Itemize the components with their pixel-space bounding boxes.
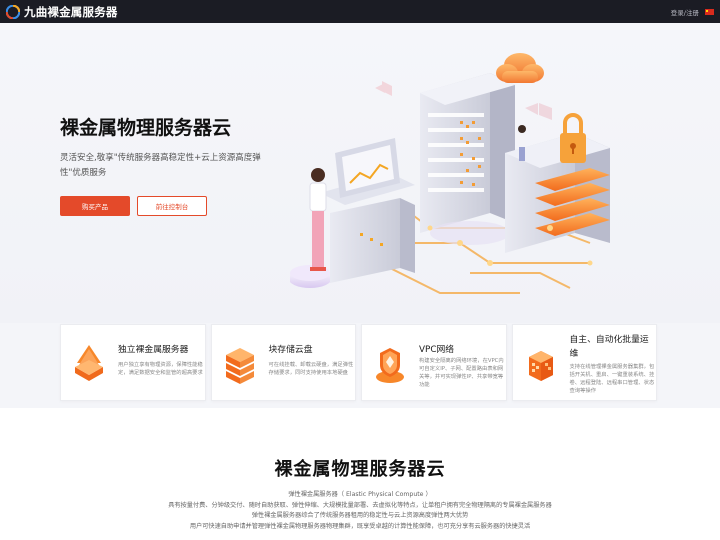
go-console-button[interactable]: 前往控制台 bbox=[137, 196, 207, 216]
nav-right: 登录/注册 bbox=[671, 7, 714, 17]
feature-description: 用户独立享有物理资源，保障性能稳定，满足数据安全和监管的超高要求 bbox=[118, 362, 203, 376]
intro-line: 具有按量付费、分钟级交付、随时自助获取、弹性伸缩、大规模批量部署、去虚拟化等特点… bbox=[168, 501, 552, 509]
intro-line: 用户可快速自助申请并管理弹性裸金属物理服务器物理集群，既享受卓越的计算性能保障，… bbox=[189, 522, 531, 530]
feature-title: 独立裸金属服务器 bbox=[118, 345, 189, 355]
hero-title: 裸金属物理服务器云 bbox=[60, 117, 232, 139]
feature-description: 构建安全隔离的网络环境，在VPC内可自定义IP、子网、配置路由表和网关等，并可实… bbox=[419, 358, 504, 388]
feature-card-bare-metal[interactable]: 独立裸金属服务器 用户独立享有物理资源，保障性能稳定，满足数据安全和监管的超高要… bbox=[60, 324, 206, 401]
hero-description: 灵活安全,敬享"传统服务器高稳定性+云上资源高度弹性"优质服务 bbox=[60, 153, 261, 178]
buy-product-button[interactable]: 购买产品 bbox=[60, 196, 130, 216]
feature-card-block-storage[interactable]: 块存储云盘 可在线挂载、卸载云硬盘，满足弹性存储要求，同时支持使用本地硬盘 bbox=[210, 324, 356, 401]
feature-card-ops[interactable]: 自主、自动化批量运维 支持在线管理裸金属服务器集群，包括开关机、重启、一键重装系… bbox=[511, 324, 657, 401]
intro-text: 弹性裸金属服务器（ Elastic Physical Compute ） 具有按… bbox=[0, 490, 720, 532]
intro-line: 弹性裸金属服务器综合了传统服务器租用的稳定性与云上资源高度弹性两大优势 bbox=[251, 512, 469, 520]
feature-title: VPC网络 bbox=[419, 345, 455, 355]
top-nav: 九曲裸金属服务器 登录/注册 bbox=[0, 0, 720, 23]
brand-name: 九曲裸金属服务器 bbox=[24, 4, 118, 19]
feature-cards: 独立裸金属服务器 用户独立享有物理资源，保障性能稳定，满足数据安全和监管的超高要… bbox=[60, 324, 657, 401]
block-storage-icon bbox=[225, 348, 254, 384]
feature-description: 可在线挂载、卸载云硬盘，满足弹性存储要求，同时支持使用本地硬盘 bbox=[268, 362, 354, 376]
login-register-link[interactable]: 登录/注册 bbox=[671, 7, 699, 17]
hero-section: 裸金属物理服务器云 灵活安全,敬享"传统服务器高稳定性+云上资源高度弹性"优质服… bbox=[0, 23, 720, 323]
logo[interactable]: 九曲裸金属服务器 bbox=[6, 4, 118, 20]
feature-card-vpc[interactable]: VPC网络 构建安全隔离的网络环境，在VPC内可自定义IP、子网、配置路由表和网… bbox=[361, 324, 507, 401]
automated-ops-icon bbox=[528, 351, 553, 381]
server-cloud-illustration bbox=[290, 53, 610, 294]
bare-metal-server-icon bbox=[75, 345, 103, 381]
feature-title: 自主、自动化批量运维 bbox=[569, 335, 649, 359]
intro-line: 弹性裸金属服务器（ Elastic Physical Compute ） bbox=[288, 491, 432, 498]
china-flag-icon[interactable] bbox=[705, 8, 714, 15]
feature-description: 支持在线管理裸金属服务器集群，包括开关机、重启、一键重装系统、挂卷、远程登陆、远… bbox=[569, 364, 655, 394]
brand-logo-icon bbox=[6, 4, 20, 19]
vpc-shield-icon bbox=[376, 348, 404, 383]
feature-title: 块存储云盘 bbox=[268, 345, 313, 355]
intro-section: 裸金属物理服务器云 弹性裸金属服务器（ Elastic Physical Com… bbox=[0, 408, 720, 540]
intro-title: 裸金属物理服务器云 bbox=[274, 459, 446, 480]
